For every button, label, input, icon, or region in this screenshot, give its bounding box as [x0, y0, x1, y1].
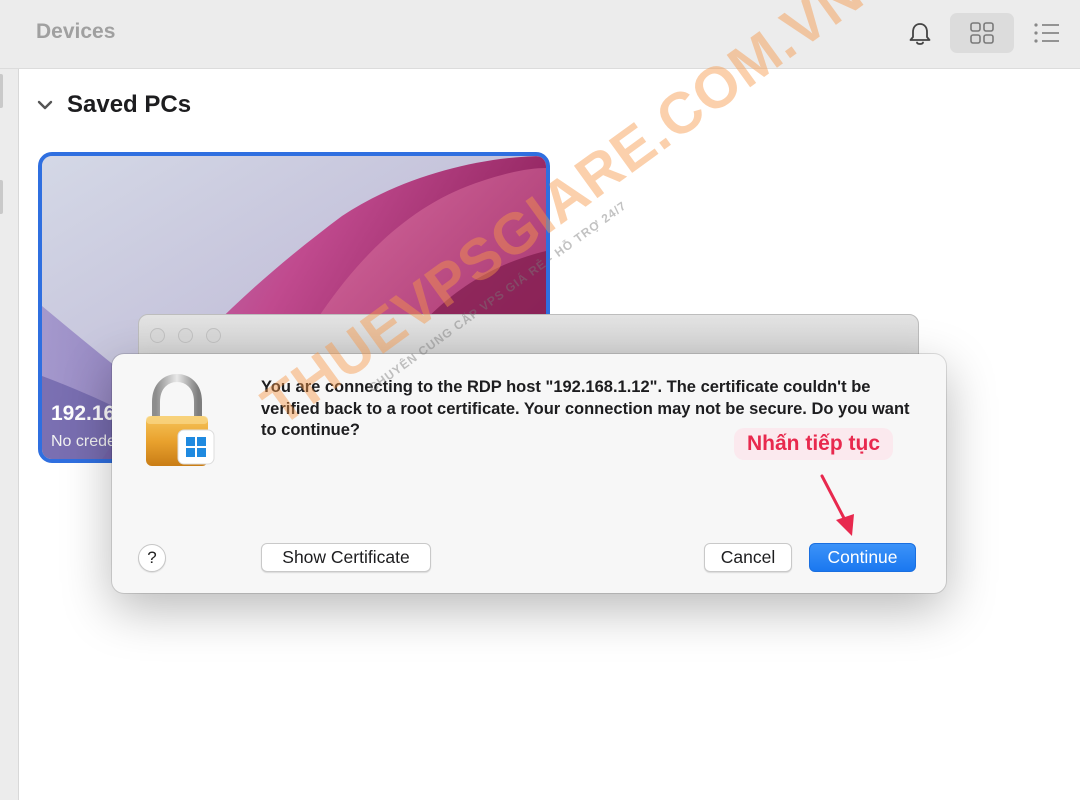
- annotation-label: Nhấn tiếp tục: [734, 428, 894, 460]
- maximize-window-icon[interactable]: [206, 328, 221, 343]
- bell-icon[interactable]: [906, 20, 934, 48]
- grid-view-button[interactable]: [950, 13, 1014, 53]
- close-window-icon[interactable]: [150, 328, 165, 343]
- cancel-button[interactable]: Cancel: [704, 543, 792, 572]
- certificate-dialog: You are connecting to the RDP host "192.…: [112, 354, 946, 593]
- grid-view-icon: [970, 22, 994, 44]
- list-view-icon[interactable]: [1032, 20, 1062, 46]
- section-title: Saved PCs: [67, 91, 192, 118]
- arrow-annotation-icon: [820, 474, 854, 536]
- help-button[interactable]: ?: [138, 544, 166, 572]
- toolbar: Devices: [0, 0, 1080, 69]
- toolbar-title: Devices: [36, 20, 116, 43]
- show-certificate-button[interactable]: Show Certificate: [261, 543, 431, 572]
- lock-icon: [146, 374, 215, 466]
- continue-button[interactable]: Continue: [809, 543, 916, 572]
- minimize-window-icon[interactable]: [178, 328, 193, 343]
- pc-status: No crede: [51, 433, 116, 450]
- sidebar: [0, 0, 19, 800]
- sidebar-item-marker[interactable]: [0, 180, 3, 214]
- sidebar-item-marker[interactable]: [0, 74, 3, 108]
- pc-name: 192.16: [51, 402, 116, 425]
- chevron-down-icon[interactable]: [36, 96, 54, 114]
